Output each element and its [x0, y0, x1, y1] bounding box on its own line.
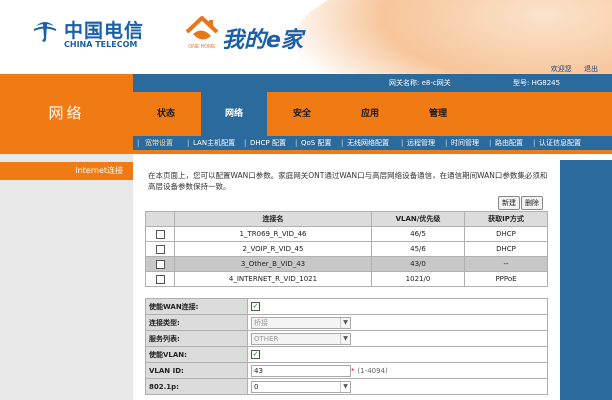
vlan-id-hint: (1-4094) [357, 366, 388, 375]
service-list-value: OTHER [254, 334, 279, 343]
tab-management[interactable]: 管理 [405, 92, 471, 136]
connection-name: 3_Other_B_VID_43 [174, 256, 372, 272]
china-telecom-logo-icon [33, 22, 57, 42]
column-header-vlan: VLAN/优先级 [371, 211, 465, 227]
logout-link[interactable]: 退出 [584, 65, 598, 73]
chevron-down-icon: ▼ [340, 381, 350, 392]
form-row-service-list: 服务列表: OTHER ▼ [145, 330, 548, 347]
form-row-vlan-id: VLAN ID: 43 * (1-4094) [145, 362, 548, 379]
connection-name: 4_INTERNET_R_VID_1021 [174, 271, 372, 287]
table-header-row: 连接名 VLAN/优先级 获取IP方式 [145, 211, 548, 227]
subnav-route[interactable]: 路由配置 [495, 136, 523, 150]
top-links: 欢迎您 退出 [541, 64, 598, 74]
form-row-enable-vlan: 使能VLAN: ✓ [145, 346, 548, 363]
brand-name-en: CHINA TELECOM [64, 40, 138, 49]
subnav-remote[interactable]: 远程管理 [407, 136, 435, 150]
tab-security[interactable]: 安全 [269, 92, 335, 136]
tab-network[interactable]: 网络 [201, 92, 267, 136]
p8021-select[interactable]: 0 ▼ [251, 380, 351, 393]
sidebar-item-internet[interactable]: Internet连接 [0, 162, 133, 180]
subnav-qos[interactable]: QoS 配置 [301, 136, 331, 150]
header-swoosh [292, 0, 612, 74]
form-row-8021p: 802.1p: 0 ▼ [145, 378, 548, 395]
chevron-down-icon: ▼ [340, 317, 350, 328]
form-row-enable-wan: 使能WAN连接: ✓ [145, 298, 548, 315]
subnav-separator: | [445, 139, 448, 147]
p8021-label: 802.1p: [145, 378, 248, 395]
welcome-link[interactable]: 欢迎您 [551, 65, 572, 73]
right-decor-bar [560, 160, 612, 400]
row-checkbox[interactable] [155, 229, 165, 239]
table-row[interactable]: 1_TR069_R_VID_46 46/5 DHCP [145, 226, 548, 242]
ip-mode: -- [464, 256, 548, 272]
subnav-separator: | [187, 139, 190, 147]
table-row-selected[interactable]: 3_Other_B_VID_43 43/0 -- [145, 256, 548, 272]
connection-name: 2_VOIP_R_VID_45 [174, 241, 372, 257]
subnav-separator: | [295, 139, 298, 147]
ip-mode: DHCP [464, 226, 548, 242]
new-button[interactable]: 新建 [498, 196, 520, 210]
delete-button[interactable]: 删除 [521, 196, 543, 210]
subnav-separator: | [137, 139, 140, 147]
table-row[interactable]: 4_INTERNET_R_VID_1021 1021/0 PPPoE [145, 271, 548, 287]
enable-vlan-checkbox[interactable]: ✓ [251, 350, 260, 359]
p8021-value: 0 [254, 382, 259, 391]
subnav-separator: | [341, 139, 344, 147]
wan-config-form: 使能WAN连接: ✓ 连接类型: 桥接 ▼ 服务列表: OTHER ▼ 使能VLAN… [145, 298, 548, 395]
subnav-dhcp[interactable]: DHCP 配置 [250, 136, 286, 150]
vlan-priority: 43/0 [371, 256, 465, 272]
row-checkbox[interactable] [155, 244, 165, 254]
subnav-lan-host[interactable]: LAN主机配置 [193, 136, 235, 150]
info-bar: 网关名称: e8-c网关 型号: HG8245 [133, 74, 612, 92]
one-home-logo-icon: ONE HOME [185, 16, 219, 50]
subnav-separator: | [533, 139, 536, 147]
vlan-priority: 1021/0 [371, 271, 465, 287]
vlan-id-input[interactable]: 43 [251, 364, 351, 377]
subnav-separator: | [401, 139, 404, 147]
table-row[interactable]: 2_VOIP_R_VID_45 45/6 DHCP [145, 241, 548, 257]
home-badge-text: ONE HOME [188, 44, 216, 50]
subnav-broadband[interactable]: 宽带设置 [145, 136, 173, 150]
enable-vlan-label: 使能VLAN: [145, 346, 248, 363]
tab-status[interactable]: 状态 [133, 92, 199, 136]
connection-name: 1_TR069_R_VID_46 [174, 226, 372, 242]
vlan-priority: 46/5 [371, 226, 465, 242]
sidebar [0, 154, 133, 400]
tab-application[interactable]: 应用 [337, 92, 403, 136]
chevron-down-icon: ▼ [340, 333, 350, 344]
conn-type-label: 连接类型: [145, 314, 248, 331]
vlan-id-label: VLAN ID: [145, 362, 248, 379]
wan-connection-table: 连接名 VLAN/优先级 获取IP方式 1_TR069_R_VID_46 46/… [145, 211, 548, 287]
device-model: 型号: HG8245 [513, 79, 561, 87]
required-mark: * [351, 366, 355, 375]
gateway-name: 网关名称: e8-c网关 [389, 79, 451, 87]
row-checkbox[interactable] [155, 274, 165, 284]
enable-wan-checkbox[interactable]: ✓ [251, 302, 260, 311]
subnav-separator: | [489, 139, 492, 147]
section-title: 网络 [48, 104, 85, 122]
sub-navigation: | 宽带设置 | LAN主机配置 | DHCP 配置 | QoS 配置 | 无线… [133, 136, 612, 150]
subnav-time[interactable]: 时间管理 [451, 136, 479, 150]
subnav-separator: | [244, 139, 247, 147]
subnav-auth[interactable]: 认证信息配置 [539, 136, 581, 150]
conn-type-value: 桥接 [254, 318, 268, 327]
column-header-name: 连接名 [174, 211, 372, 227]
vlan-priority: 45/6 [371, 241, 465, 257]
conn-type-select[interactable]: 桥接 ▼ [251, 316, 351, 329]
ip-mode: PPPoE [464, 271, 548, 287]
ip-mode: DHCP [464, 241, 548, 257]
form-row-conn-type: 连接类型: 桥接 ▼ [145, 314, 548, 331]
column-header-ip-mode: 获取IP方式 [464, 211, 548, 227]
enable-wan-label: 使能WAN连接: [145, 298, 248, 315]
column-header-select [145, 211, 175, 227]
subnav-wireless[interactable]: 无线网络配置 [347, 136, 389, 150]
page-description: 在本页面上，您可以配置WAN口参数。家庭网关ONT通过WAN口与高层网络设备通信… [148, 171, 548, 191]
brand-name-cn: 中国电信 [64, 20, 145, 42]
service-list-select[interactable]: OTHER ▼ [251, 332, 351, 345]
service-list-label: 服务列表: [145, 330, 248, 347]
home-title: 我的e家 [222, 28, 303, 53]
row-checkbox[interactable] [155, 259, 165, 269]
main-tab-bar: 状态 网络 安全 应用 管理 [133, 92, 612, 136]
